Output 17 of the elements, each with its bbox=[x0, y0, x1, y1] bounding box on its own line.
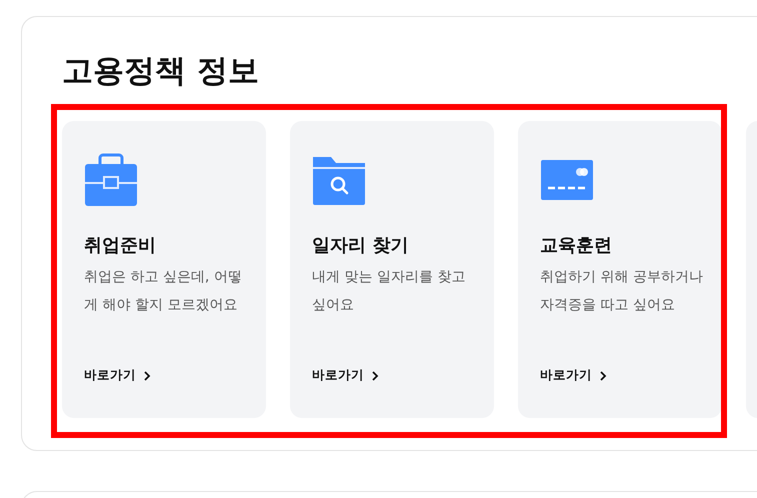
chevron-right-icon bbox=[143, 370, 151, 382]
card-description: 취업은 하고 싶은데, 어떻게 해야 할지 모르겠어요 bbox=[84, 268, 243, 315]
service-card[interactable]: 일자리 찾기 내게 맞는 일자리를 찾고 싶어요 바로가기 bbox=[290, 121, 494, 418]
service-card[interactable]: 취업준비 취업은 하고 싶은데, 어떻게 해야 할지 모르겠어요 바로가기 bbox=[62, 121, 266, 418]
service-card[interactable]: 교육훈련 취업하기 위해 공부하거나 자격증을 따고 싶어요 바로가기 bbox=[518, 121, 722, 418]
card-description: 내게 맞는 일자리를 찾고 싶어요 bbox=[312, 268, 466, 315]
shortcut-link[interactable]: 바로가기 bbox=[312, 367, 379, 384]
shortcut-link[interactable]: 바로가기 bbox=[84, 367, 151, 384]
chevron-right-icon bbox=[371, 370, 379, 382]
card-title: 교육훈련 bbox=[540, 234, 613, 257]
card-title: 취업준비 bbox=[84, 234, 157, 257]
briefcase-icon bbox=[84, 153, 138, 207]
chevron-right-icon bbox=[599, 370, 607, 382]
shortcut-link[interactable]: 바로가기 bbox=[540, 367, 607, 384]
card-title: 일자리 찾기 bbox=[312, 234, 410, 257]
section-title: 고용정책 정보 bbox=[62, 52, 260, 91]
card-description: 취업하기 위해 공부하거나 자격증을 따고 싶어요 bbox=[540, 268, 704, 315]
